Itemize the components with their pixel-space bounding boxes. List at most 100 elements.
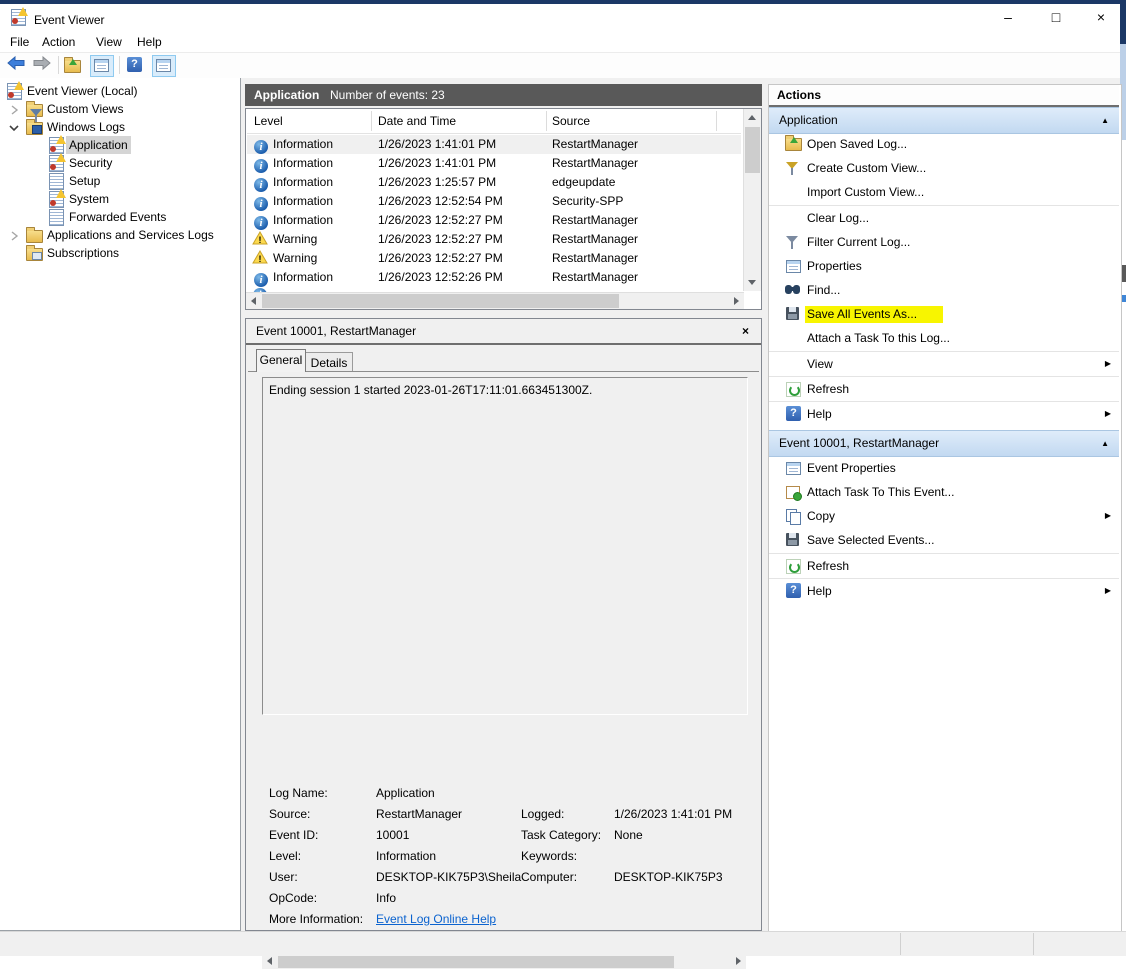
scroll-left-icon[interactable] <box>251 297 256 305</box>
event-description-box[interactable]: Ending session 1 started 2023-01-26T17:1… <box>262 377 748 715</box>
action-attach-task-to-event[interactable]: Attach Task To This Event... <box>769 480 1119 504</box>
menu-action[interactable]: Action <box>38 33 79 51</box>
tree-item-forwarded-events[interactable]: Forwarded Events <box>0 208 238 226</box>
menu-view[interactable]: View <box>92 33 126 51</box>
event-detail-panel: Event 10001, RestartManager × General De… <box>245 318 762 931</box>
action-save-all-events-as[interactable]: Save All Events As... <box>769 302 1119 326</box>
scrollbar-thumb[interactable] <box>278 954 674 968</box>
close-icon[interactable]: × <box>742 319 749 343</box>
column-separator[interactable] <box>716 111 717 131</box>
field-label: Event ID: <box>269 828 318 842</box>
action-view[interactable]: View ▶ <box>769 352 1119 376</box>
event-row[interactable]: Information 1/26/2023 12:52:54 PM Securi… <box>247 192 741 211</box>
tab-general[interactable]: General <box>256 349 306 372</box>
action-properties[interactable]: Properties <box>769 254 1119 278</box>
action-import-custom-view[interactable]: Import Custom View... <box>769 180 1119 204</box>
collapse-icon[interactable]: ▲ <box>1101 431 1109 456</box>
field-label: More Information: <box>269 912 363 926</box>
toolbar <box>0 52 1120 80</box>
title-bar[interactable]: Event Viewer <box>0 4 1120 30</box>
scrollbar-thumb[interactable] <box>745 127 760 173</box>
action-help-event[interactable]: Help ▶ <box>769 579 1119 603</box>
column-separator[interactable] <box>371 111 372 131</box>
scroll-right-icon[interactable] <box>736 957 741 965</box>
chevron-right-icon[interactable] <box>10 103 20 115</box>
action-attach-task-to-log[interactable]: Attach a Task To this Log... <box>769 326 1119 350</box>
event-row[interactable]: Information 1/26/2023 1:41:01 PM Restart… <box>247 135 741 154</box>
back-arrow-icon[interactable] <box>6 55 26 75</box>
submenu-arrow-icon: ▶ <box>1105 504 1111 528</box>
menu-file[interactable]: File <box>6 33 33 51</box>
event-log-icon <box>48 191 64 207</box>
section-header-text: Application <box>779 108 838 133</box>
save-icon <box>785 306 801 322</box>
tab-details[interactable]: Details <box>305 352 353 373</box>
open-saved-log-icon[interactable] <box>64 55 84 75</box>
tree-item-system[interactable]: System <box>0 190 238 208</box>
attach-task-icon <box>785 484 801 500</box>
action-event-properties[interactable]: Event Properties <box>769 456 1119 480</box>
action-save-selected-events[interactable]: Save Selected Events... <box>769 528 1119 552</box>
column-separator[interactable] <box>546 111 547 131</box>
scroll-down-icon[interactable] <box>748 280 756 285</box>
action-find[interactable]: Find... <box>769 278 1119 302</box>
chevron-right-icon[interactable] <box>10 229 20 241</box>
scrollbar-thumb[interactable] <box>262 294 619 308</box>
scroll-left-icon[interactable] <box>267 957 272 965</box>
tree-item-windows-logs[interactable]: Windows Logs <box>0 118 238 136</box>
action-help[interactable]: Help ▶ <box>769 402 1119 426</box>
tree-item-security[interactable]: Security <box>0 154 238 172</box>
events-vertical-scrollbar[interactable] <box>743 109 761 291</box>
menu-help[interactable]: Help <box>133 33 166 51</box>
events-horizontal-scrollbar[interactable] <box>246 292 744 309</box>
console-tree: Event Viewer (Local) Custom Views Window… <box>0 78 241 931</box>
action-filter-current-log[interactable]: Filter Current Log... <box>769 230 1119 254</box>
column-header-source[interactable]: Source <box>552 109 590 133</box>
collapse-icon[interactable]: ▲ <box>1101 108 1109 133</box>
action-create-custom-view[interactable]: Create Custom View... <box>769 156 1119 180</box>
detail-panel-header: Event 10001, RestartManager × <box>246 319 761 345</box>
action-refresh[interactable]: Refresh <box>769 377 1119 401</box>
scroll-right-icon[interactable] <box>734 297 739 305</box>
event-row[interactable]: ! Warning 1/26/2023 12:52:27 PM RestartM… <box>247 230 741 249</box>
show-action-pane-icon[interactable] <box>152 55 176 77</box>
open-saved-log-icon <box>785 136 801 152</box>
column-header-level[interactable]: Level <box>254 109 283 133</box>
chevron-down-icon[interactable] <box>8 121 18 133</box>
actions-section-application[interactable]: Application ▲ <box>769 107 1119 134</box>
event-log-online-help-link[interactable]: Event Log Online Help <box>376 912 496 926</box>
maximize-button[interactable]: □ <box>1034 4 1078 30</box>
field-label: Level: <box>269 849 301 863</box>
tree-item-application[interactable]: Application <box>0 136 238 154</box>
filter-icon <box>785 160 801 176</box>
minimize-button[interactable]: – <box>986 4 1030 30</box>
help-icon[interactable] <box>126 55 144 75</box>
refresh-icon <box>785 381 801 397</box>
tree-item-custom-views[interactable]: Custom Views <box>0 100 238 118</box>
action-copy[interactable]: Copy ▶ <box>769 504 1119 528</box>
events-count: Number of events: 23 <box>330 84 445 106</box>
actions-section-event[interactable]: Event 10001, RestartManager ▲ <box>769 430 1119 457</box>
event-row[interactable]: ! Warning 1/26/2023 12:52:27 PM RestartM… <box>247 249 741 268</box>
action-clear-log[interactable]: Clear Log... <box>769 206 1119 230</box>
tree-item-subscriptions[interactable]: Subscriptions <box>0 244 238 262</box>
binoculars-icon <box>785 282 801 298</box>
event-row[interactable]: Information 1/26/2023 12:52:26 PM Restar… <box>247 268 741 287</box>
column-header-date-time[interactable]: Date and Time <box>378 109 456 133</box>
submenu-arrow-icon: ▶ <box>1105 352 1111 376</box>
close-button[interactable]: × <box>1079 4 1123 30</box>
action-open-saved-log[interactable]: Open Saved Log... <box>769 132 1119 156</box>
folder-icon <box>26 119 42 135</box>
show-console-tree-icon[interactable] <box>90 55 114 77</box>
scroll-up-icon[interactable] <box>748 115 756 120</box>
event-row[interactable]: Information 1/26/2023 1:25:57 PM edgeupd… <box>247 173 741 192</box>
event-row[interactable]: Information 1/26/2023 1:41:01 PM Restart… <box>247 154 741 173</box>
action-refresh-event[interactable]: Refresh <box>769 554 1119 578</box>
tree-item-applications-services-logs[interactable]: Applications and Services Logs <box>0 226 238 244</box>
forward-arrow-icon[interactable] <box>32 55 52 75</box>
event-row[interactable]: Information 1/26/2023 12:52:27 PM Restar… <box>247 211 741 230</box>
toolbar-separator <box>119 56 120 74</box>
tree-item-setup[interactable]: Setup <box>0 172 238 190</box>
tree-item-event-viewer-local[interactable]: Event Viewer (Local) <box>0 82 238 100</box>
field-value: DESKTOP-KIK75P3\Sheila <box>376 870 521 884</box>
